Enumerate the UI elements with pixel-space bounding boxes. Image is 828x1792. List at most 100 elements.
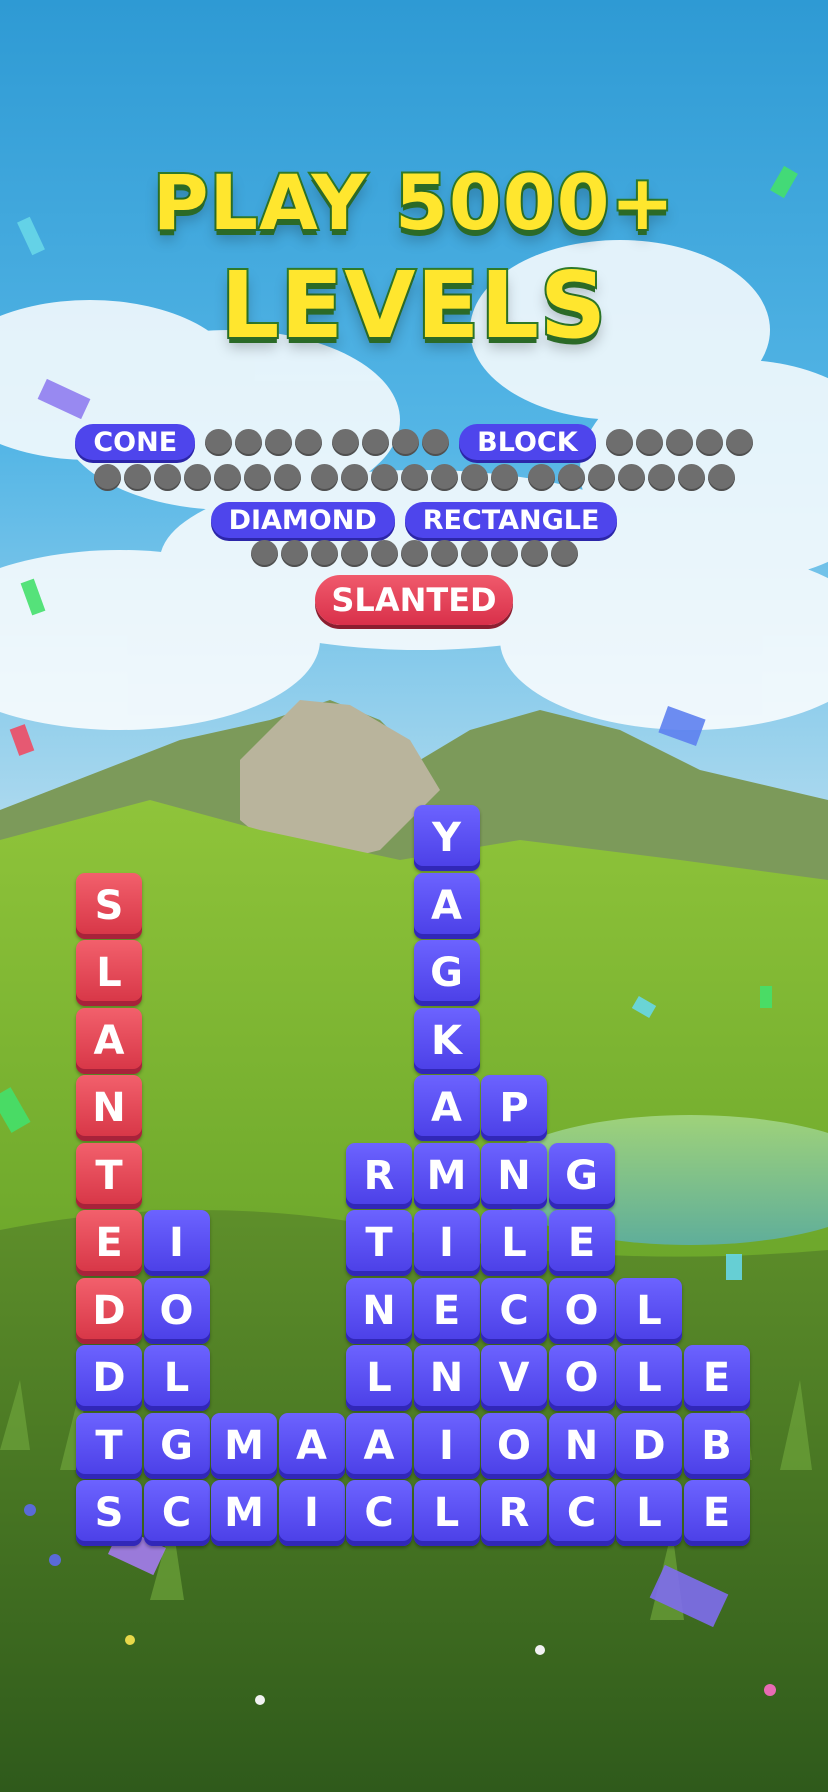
hidden-letter-dot — [550, 540, 578, 567]
hidden-letter-dot — [430, 464, 458, 491]
word-row: CONE BLOCK — [0, 424, 828, 460]
hidden-word — [205, 428, 323, 456]
letter-tile[interactable]: O — [143, 1277, 210, 1344]
selected-letter-tile[interactable]: T — [76, 1142, 142, 1209]
letter-tile[interactable]: C — [143, 1480, 210, 1546]
hidden-word — [605, 428, 753, 456]
hidden-letter-dot — [587, 464, 615, 491]
hidden-letter-dot — [295, 428, 323, 456]
letter-tile[interactable]: O — [548, 1345, 615, 1411]
letter-tile[interactable]: O — [548, 1277, 615, 1344]
hidden-letter-dot — [430, 540, 458, 567]
letter-tile[interactable]: B — [683, 1412, 750, 1479]
letter-tile[interactable]: T — [76, 1412, 142, 1479]
letter-tile[interactable]: N — [346, 1277, 412, 1344]
hidden-word — [250, 540, 578, 567]
promo-title-line-2: LEVELS — [219, 250, 608, 361]
letter-tile[interactable]: N — [548, 1412, 615, 1479]
letter-tile[interactable]: P — [481, 1075, 547, 1141]
letter-tile[interactable]: D — [616, 1412, 682, 1479]
found-word-pill: CONE — [75, 424, 196, 460]
hidden-letter-dot — [460, 464, 488, 491]
hidden-letter-dot — [93, 464, 121, 491]
letter-tile[interactable]: M — [211, 1412, 277, 1479]
selected-letter-tile[interactable]: N — [76, 1075, 142, 1141]
letter-tile[interactable]: T — [346, 1210, 412, 1276]
letter-tile[interactable]: R — [346, 1142, 412, 1209]
hidden-letter-dot — [123, 464, 151, 491]
hidden-letter-dot — [725, 428, 753, 456]
selected-letter-tile[interactable]: A — [76, 1007, 142, 1074]
letter-tile[interactable]: C — [481, 1277, 547, 1344]
selected-letter-tile[interactable]: S — [76, 872, 142, 939]
letter-tile[interactable]: A — [278, 1412, 345, 1479]
letter-tile[interactable]: I — [143, 1210, 210, 1276]
hidden-letter-dot — [213, 464, 241, 491]
hidden-letter-dot — [557, 464, 585, 491]
letter-tile[interactable]: C — [346, 1480, 412, 1546]
letter-tile[interactable]: L — [616, 1480, 682, 1546]
selected-letter-tile[interactable]: L — [76, 940, 142, 1006]
game-screen: PLAY 5000+ LEVELS CONE BLOCK DIAMOND RECTAN… — [0, 0, 828, 1792]
hidden-letter-dot — [677, 464, 705, 491]
hidden-letter-dot — [310, 464, 338, 491]
hidden-letter-dot — [400, 540, 428, 567]
current-word-pill: SLANTED — [315, 575, 513, 625]
hidden-letter-dot — [205, 428, 233, 456]
letter-tile[interactable]: L — [616, 1345, 682, 1411]
selected-letter-tile[interactable]: E — [76, 1210, 142, 1276]
letter-tile[interactable]: D — [76, 1345, 142, 1411]
letter-tile[interactable]: N — [413, 1345, 480, 1411]
letter-tile[interactable]: N — [481, 1142, 547, 1209]
letter-tile[interactable]: Y — [413, 805, 480, 871]
letter-tile[interactable]: L — [413, 1480, 480, 1546]
letter-tile[interactable]: L — [616, 1277, 682, 1344]
hidden-letter-dot — [635, 428, 663, 456]
letter-tile[interactable]: M — [413, 1142, 480, 1209]
letter-tile[interactable]: E — [683, 1345, 750, 1411]
word-row — [0, 464, 828, 491]
hidden-word — [332, 428, 450, 456]
hidden-word — [527, 464, 735, 491]
letter-tile[interactable]: L — [481, 1210, 547, 1276]
letter-tile[interactable]: G — [548, 1142, 615, 1209]
hidden-letter-dot — [647, 464, 675, 491]
hidden-letter-dot — [527, 464, 555, 491]
letter-tile[interactable]: L — [143, 1345, 210, 1411]
hidden-letter-dot — [707, 464, 735, 491]
letter-tile[interactable]: E — [548, 1210, 615, 1276]
letter-tile[interactable]: G — [413, 940, 480, 1006]
letter-tile[interactable]: S — [76, 1480, 142, 1546]
letter-tile[interactable]: K — [413, 1007, 480, 1074]
letter-tile[interactable]: E — [413, 1277, 480, 1344]
hidden-letter-dot — [400, 464, 428, 491]
hidden-letter-dot — [490, 464, 518, 491]
letter-tile[interactable]: I — [413, 1210, 480, 1276]
letter-tile[interactable]: A — [346, 1412, 412, 1479]
letter-tile[interactable]: E — [683, 1480, 750, 1546]
letter-tile[interactable]: R — [481, 1480, 547, 1546]
hidden-letter-dot — [250, 540, 278, 567]
letter-tile[interactable]: G — [143, 1412, 210, 1479]
hidden-letter-dot — [332, 428, 360, 456]
promo-title-line-1: PLAY 5000+ — [151, 156, 676, 249]
word-row: DIAMOND RECTANGLE — [0, 502, 828, 538]
hidden-letter-dot — [243, 464, 271, 491]
letter-tile[interactable]: O — [481, 1412, 547, 1479]
letter-tile[interactable]: I — [413, 1412, 480, 1479]
word-row: SLANTED — [0, 575, 828, 625]
letter-tile[interactable]: A — [413, 1075, 480, 1141]
hidden-letter-dot — [280, 540, 308, 567]
selected-letter-tile[interactable]: D — [76, 1277, 142, 1344]
hidden-letter-dot — [273, 464, 301, 491]
letter-tile[interactable]: V — [481, 1345, 547, 1411]
letter-tile[interactable]: M — [211, 1480, 277, 1546]
letter-tile[interactable]: C — [548, 1480, 615, 1546]
hidden-letter-dot — [310, 540, 338, 567]
letter-tile[interactable]: L — [346, 1345, 412, 1411]
hidden-letter-dot — [235, 428, 263, 456]
hidden-letter-dot — [665, 428, 693, 456]
letter-tile[interactable]: A — [413, 872, 480, 939]
letter-tile[interactable]: I — [278, 1480, 345, 1546]
word-row — [0, 540, 828, 567]
